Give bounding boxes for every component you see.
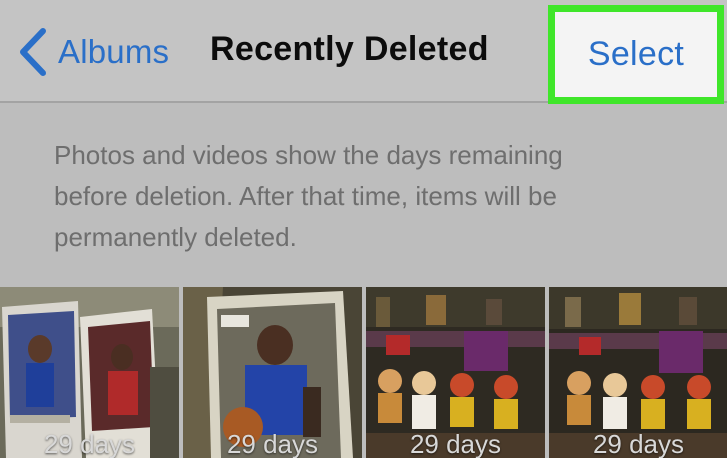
photo-thumbnail[interactable]: 29 days: [0, 287, 179, 458]
page-title: Recently Deleted: [210, 30, 489, 68]
days-remaining: 29 days: [43, 429, 136, 458]
photo-thumbnail[interactable]: 29 days: [183, 287, 362, 458]
info-line: Photos and videos show the days remainin…: [54, 140, 563, 170]
days-remaining: 29 days: [409, 429, 502, 458]
back-label: Albums: [58, 33, 170, 70]
select-label: Select: [587, 35, 685, 73]
info-line: before deletion. After that time, items …: [54, 181, 557, 211]
info-line: permanently deleted.: [54, 222, 297, 252]
days-remaining: 29 days: [592, 429, 685, 458]
days-remaining: 29 days: [226, 429, 319, 458]
photo-grid: 29 days 29 days 29 days 29 days: [0, 287, 727, 458]
back-button[interactable]: Albums: [16, 24, 169, 80]
select-button[interactable]: Select: [548, 5, 724, 104]
photo-thumbnail[interactable]: 29 days: [549, 287, 727, 458]
info-message: Photos and videos show the days remainin…: [54, 135, 694, 258]
chevron-left-icon: [20, 28, 46, 76]
photo-thumbnail[interactable]: 29 days: [366, 287, 545, 458]
